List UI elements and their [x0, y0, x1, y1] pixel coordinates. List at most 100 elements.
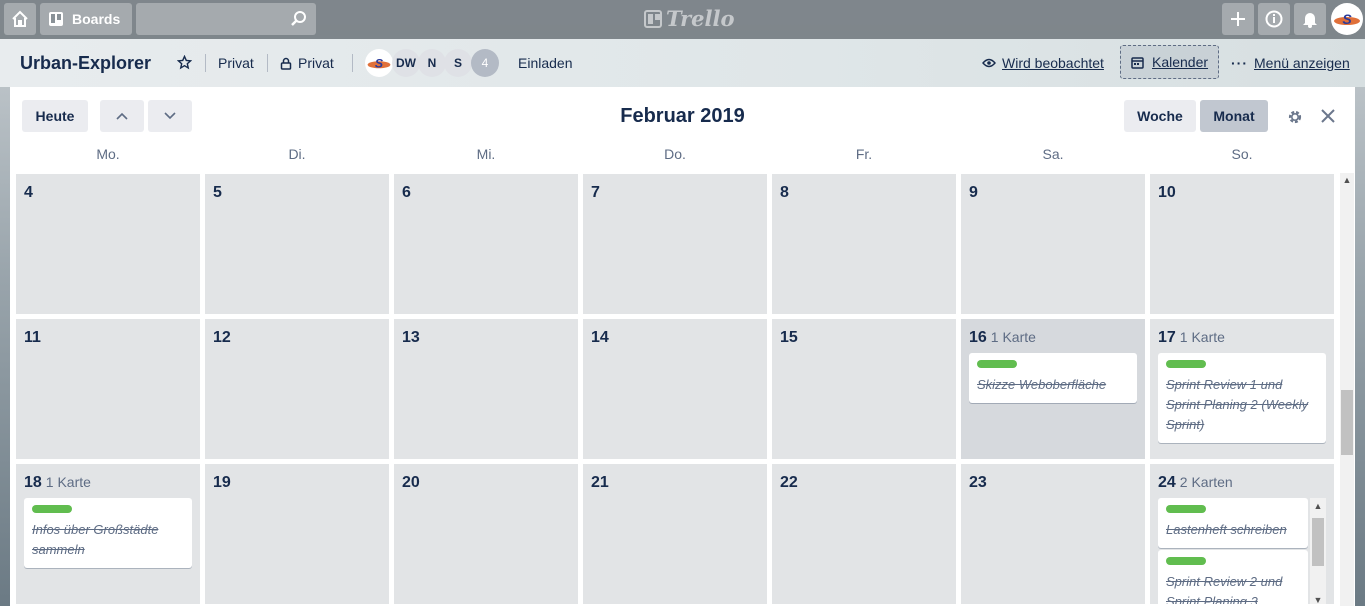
card-count: 1 Karte	[45, 474, 91, 490]
avatar-logo-icon: S	[1334, 11, 1360, 27]
close-icon[interactable]	[1321, 109, 1335, 123]
show-menu-button[interactable]: ··· Menü anzeigen	[1231, 55, 1350, 71]
calendar-day-cell[interactable]: 18 1 Karte Infos über Großstädte sammeln	[16, 464, 200, 604]
day-number: 10	[1158, 184, 1176, 201]
watching-button[interactable]: Wird beobachtet	[982, 55, 1104, 71]
calendar-card[interactable]: Skizze Weboberfläche	[969, 353, 1137, 403]
weekday-label: Sa.	[1042, 146, 1064, 162]
member-count-badge[interactable]: 4	[471, 49, 499, 77]
calendar-day-cell[interactable]: 21	[583, 464, 767, 604]
card-label-green	[1166, 360, 1206, 368]
svg-text:S: S	[375, 56, 384, 70]
day-number: 8	[780, 184, 789, 201]
watching-label: Wird beobachtet	[1002, 55, 1104, 71]
day-number: 9	[969, 184, 978, 201]
team-visibility-button[interactable]: Privat	[218, 55, 254, 71]
scroll-up-icon[interactable]: ▲	[1312, 500, 1324, 512]
divider	[205, 54, 206, 72]
calendar-day-cell[interactable]: 7	[583, 174, 767, 314]
settings-gear-icon[interactable]	[1286, 108, 1304, 126]
day-number: 19	[213, 474, 231, 491]
month-view-button[interactable]: Monat	[1200, 100, 1268, 132]
day-number: 7	[591, 184, 600, 201]
invite-button[interactable]: Einladen	[518, 55, 573, 71]
calendar-day-cell[interactable]: 19	[205, 464, 389, 604]
board-visibility-label: Privat	[298, 55, 334, 71]
calendar-day-cell[interactable]: 8	[772, 174, 956, 314]
member-count: 4	[481, 56, 489, 70]
boards-button[interactable]: Boards	[40, 3, 132, 35]
calendar-day-cell[interactable]: 9	[961, 174, 1145, 314]
calendar-day-cell[interactable]: 4	[16, 174, 200, 314]
calendar-card[interactable]: Infos über Großstädte sammeln	[24, 498, 192, 568]
day-number: 6	[402, 184, 411, 201]
member-initials: N	[427, 56, 437, 70]
scroll-up-icon[interactable]: ▲	[1341, 175, 1353, 185]
create-button[interactable]	[1222, 3, 1254, 35]
card-label-green	[32, 505, 72, 513]
calendar-day-cell[interactable]: 13	[394, 319, 578, 459]
user-avatar[interactable]: S	[1331, 3, 1363, 35]
search-icon[interactable]	[290, 10, 308, 28]
search-input[interactable]	[136, 3, 316, 35]
calendar-day-cell[interactable]: 15	[772, 319, 956, 459]
info-button[interactable]	[1258, 3, 1290, 35]
info-icon	[1265, 10, 1283, 28]
card-title: Skizze Weboberfläche	[977, 377, 1107, 392]
weekday-label: Fr.	[855, 146, 873, 162]
calendar-day-cell[interactable]: 5	[205, 174, 389, 314]
calendar-day-cell[interactable]: 23	[961, 464, 1145, 604]
board-visibility-button[interactable]: Privat	[280, 55, 334, 71]
top-bar: Boards Trello S	[0, 0, 1365, 39]
notifications-button[interactable]	[1294, 3, 1326, 35]
member-initials: S	[453, 56, 462, 70]
day-number: 11	[24, 329, 41, 346]
member-avatar[interactable]: N	[418, 49, 446, 77]
day-cell-scrollbar[interactable]: ▲ ▼	[1310, 498, 1326, 604]
calendar-day-cell[interactable]: 22	[772, 464, 956, 604]
calendar-day-cell[interactable]: 10	[1150, 174, 1334, 314]
calendar-day-cell[interactable]: 17 1 Karte Sprint Review 1 und Sprint Plan…	[1150, 319, 1334, 459]
day-number: 13	[402, 329, 420, 346]
weekday-label: Mi.	[476, 146, 496, 162]
day-number: 24	[1158, 474, 1176, 491]
scroll-down-icon[interactable]: ▼	[1312, 594, 1324, 604]
boards-icon	[49, 12, 63, 26]
trello-logo-icon	[644, 9, 662, 28]
page-scrollbar[interactable]: ▲	[1340, 173, 1354, 606]
calendar-day-cell[interactable]: 20	[394, 464, 578, 604]
board-title[interactable]: Urban-Explorer	[20, 53, 151, 74]
day-number: 23	[969, 474, 987, 491]
plus-icon	[1231, 12, 1245, 26]
calendar-day-cell[interactable]: 14	[583, 319, 767, 459]
week-view-button[interactable]: Woche	[1124, 100, 1196, 132]
scrollbar-thumb[interactable]	[1312, 518, 1324, 566]
divider	[267, 54, 268, 72]
calendar-day-cell[interactable]: 6	[394, 174, 578, 314]
star-icon[interactable]	[177, 55, 192, 70]
team-visibility-label: Privat	[218, 55, 254, 71]
calendar-card[interactable]: Sprint Review 1 und Sprint Planing 2 (We…	[1158, 353, 1326, 443]
trello-logo[interactable]: Trello	[644, 6, 735, 31]
calendar-day-cell[interactable]: 12	[205, 319, 389, 459]
member-logo-icon: S	[367, 56, 391, 70]
day-number: 5	[213, 184, 222, 201]
home-button[interactable]	[4, 3, 36, 35]
page-scrollbar-thumb[interactable]	[1341, 390, 1353, 455]
day-number: 4	[24, 184, 33, 201]
calendar-powerup-button[interactable]: Kalender	[1120, 45, 1219, 79]
card-label-green	[1166, 505, 1206, 513]
calendar-day-cell[interactable]: 16 1 Karte Skizze Weboberfläche	[961, 319, 1145, 459]
member-avatar[interactable]: DW	[392, 49, 420, 77]
day-number: 15	[780, 329, 798, 346]
calendar-day-cell[interactable]: 24 2 Karten Lastenheft schreiben Sprint Rev…	[1150, 464, 1334, 604]
home-icon	[12, 10, 28, 27]
calendar-card[interactable]: Lastenheft schreiben	[1158, 498, 1308, 548]
calendar-day-cell[interactable]: 11	[16, 319, 200, 459]
calendar-card[interactable]: Sprint Review 2 und Sprint Planing 3	[1158, 550, 1308, 604]
member-avatar[interactable]: S	[365, 49, 393, 77]
weekday-label: So.	[1231, 146, 1253, 162]
day-number: 12	[213, 329, 231, 346]
day-number: 22	[780, 474, 798, 491]
member-avatar[interactable]: S	[444, 49, 472, 77]
